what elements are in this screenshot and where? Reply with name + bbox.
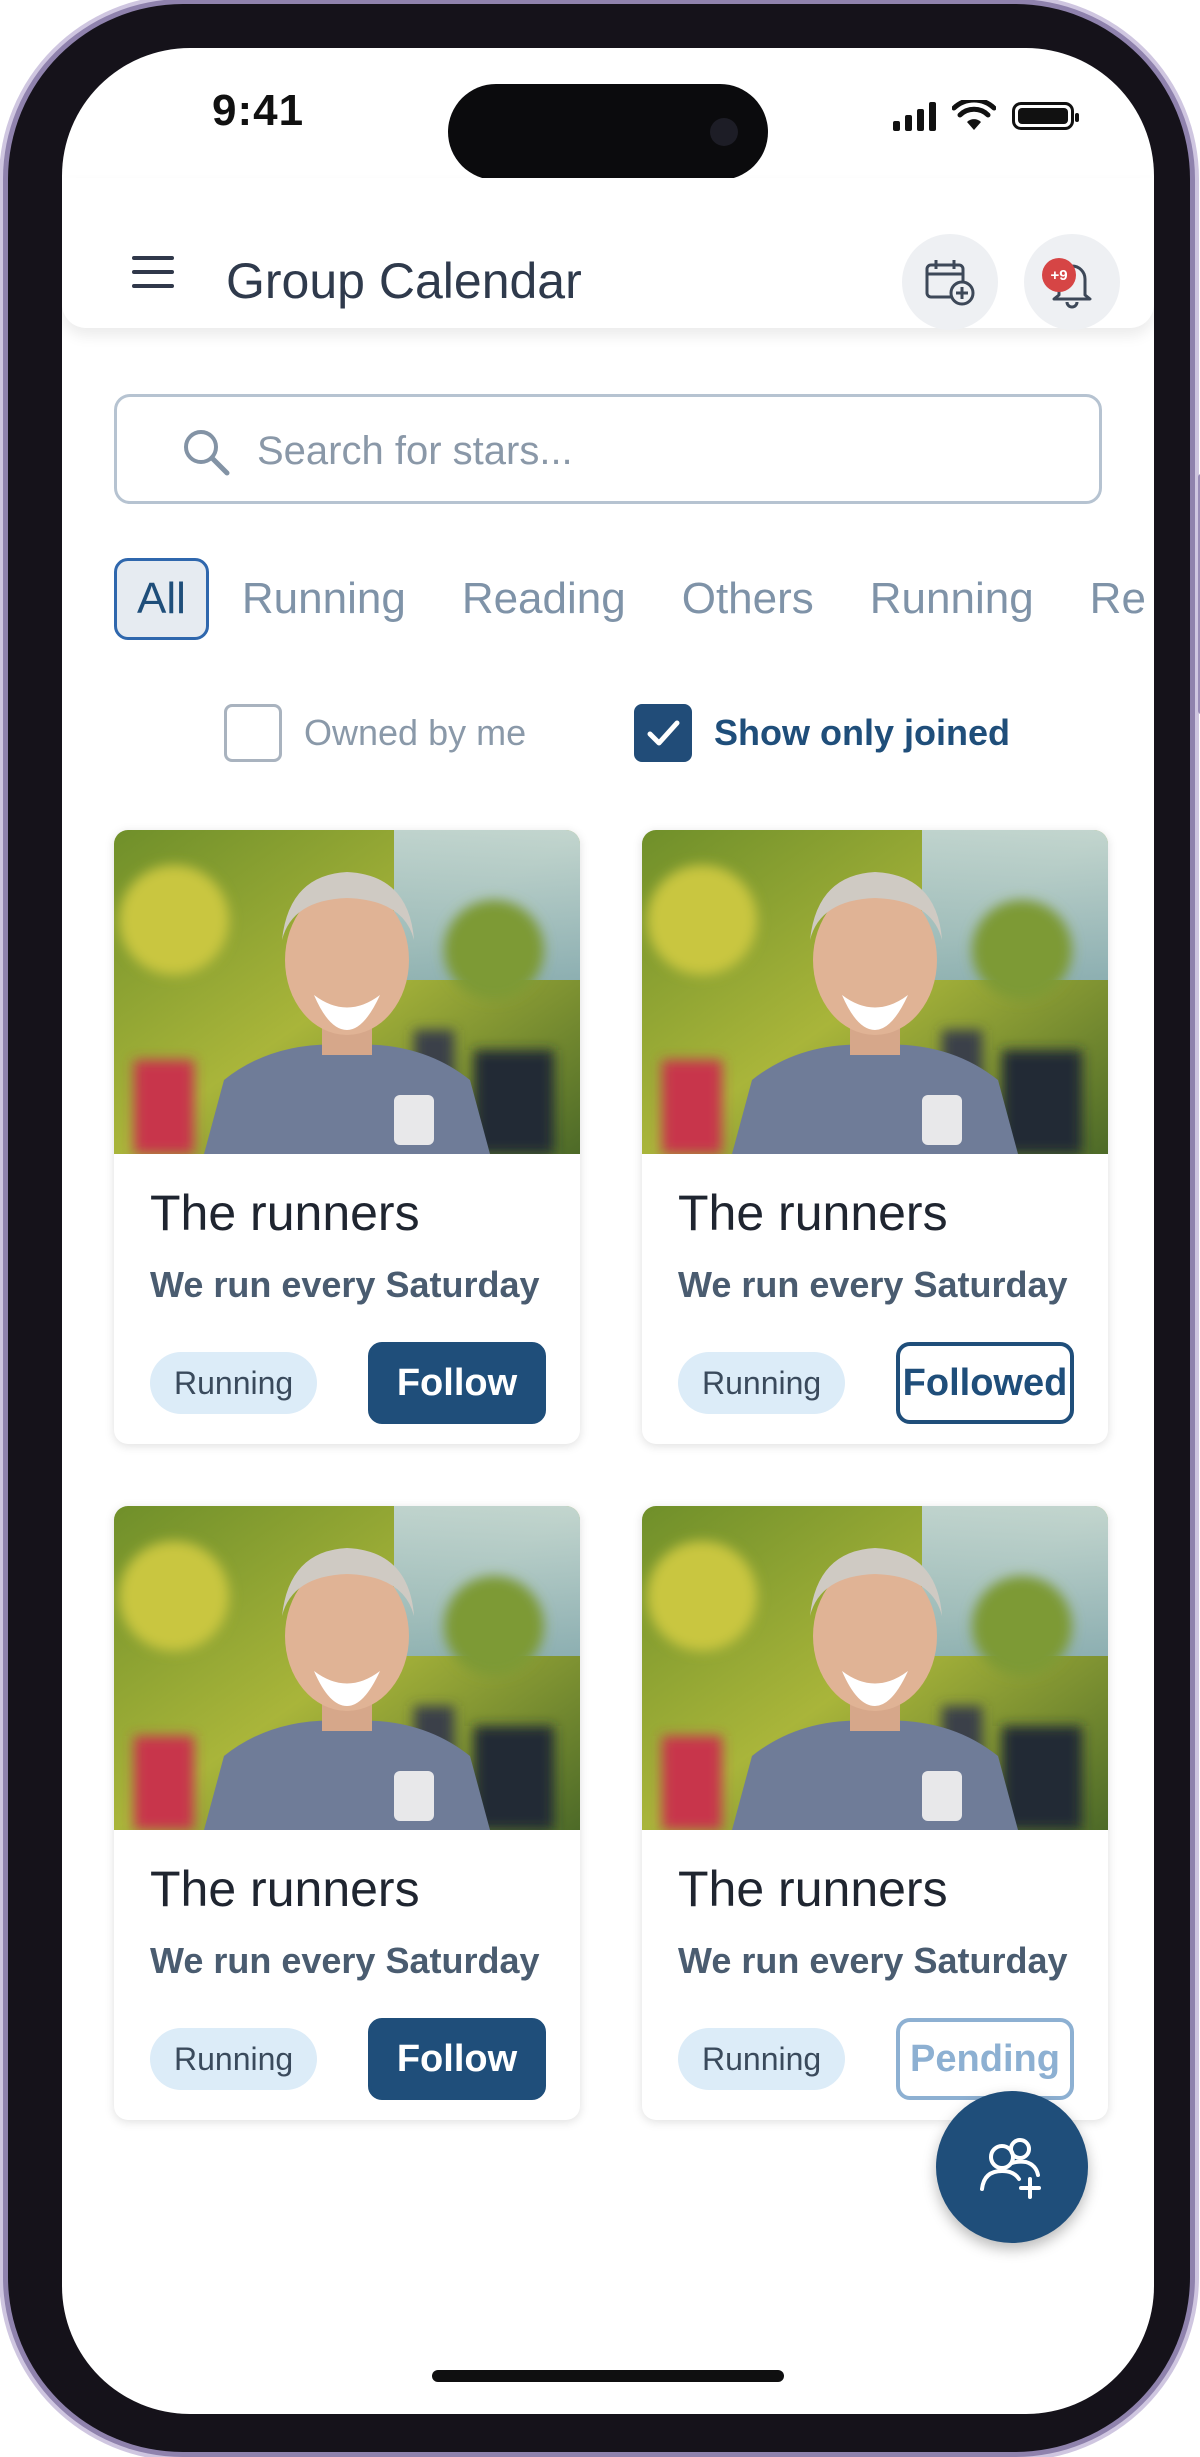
chip-reading[interactable]: Reading [439,558,649,640]
follow-button[interactable]: Follow [368,1342,546,1424]
search-input[interactable] [255,417,1079,485]
followed-button[interactable]: Followed [896,1342,1074,1424]
add-group-fab[interactable] [936,2091,1088,2243]
search-field[interactable] [114,394,1102,504]
group-title: The runners [150,1185,420,1241]
group-photo [114,1506,580,1830]
owned-by-me-label: Owned by me [304,712,527,753]
search-icon [184,430,230,476]
group-tag: Running [678,2028,846,2090]
checkmark-icon [647,720,680,746]
group-title: The runners [150,1861,420,1917]
home-indicator[interactable] [432,2370,784,2382]
owned-by-me-filter[interactable]: Owned by me [224,704,526,762]
notifications-button[interactable]: +9 [1024,234,1120,330]
group-card[interactable]: The runners We run every Saturday Runnin… [642,830,1108,1444]
screen: 9:41 Group Calendar +9 Search for stars.… [62,48,1154,2414]
chip-all[interactable]: All [114,558,209,640]
status-time: 9:41 [212,86,305,135]
group-photo [114,830,580,1154]
group-title: The runners [678,1185,948,1241]
group-tag: Running [150,2028,318,2090]
group-subtitle: We run every Saturday [678,1264,1068,1305]
calendar-add-button[interactable] [902,234,998,330]
notification-badge: +9 [1042,258,1076,292]
cellular-signal-icon [893,101,936,131]
group-tag: Running [678,1352,846,1414]
app-bar: Group Calendar +9 [62,178,1154,330]
group-title: The runners [678,1861,948,1917]
group-tag: Running [150,1352,318,1414]
group-subtitle: We run every Saturday [150,1940,540,1981]
battery-icon [1012,102,1079,130]
status-icons [893,100,1079,132]
group-subtitle: We run every Saturday [150,1264,540,1305]
wifi-icon [952,100,996,130]
add-group-icon [980,2138,1041,2199]
calendar-add-icon [925,260,975,306]
phone-frame: 9:41 Group Calendar +9 Search for stars.… [8,4,1200,2452]
group-photo [642,830,1108,1154]
chip-reading-2[interactable]: Re [1067,558,1154,640]
chip-running[interactable]: Running [219,558,429,640]
group-card[interactable]: The runners We run every Saturday Runnin… [114,830,580,1444]
group-card[interactable]: The runners We run every Saturday Runnin… [114,1506,580,2120]
show-only-joined-filter[interactable]: Show only joined [634,704,1010,762]
chip-running-2[interactable]: Running [847,558,1057,640]
group-photo [642,1506,1108,1830]
follow-button[interactable]: Follow [368,2018,546,2100]
group-card[interactable]: The runners We run every Saturday Runnin… [642,1506,1108,2120]
owned-by-me-checkbox[interactable] [224,704,282,762]
category-chips: All Running Reading Others Running Re [114,558,1154,640]
group-subtitle: We run every Saturday [678,1940,1068,1981]
app-title: Group Calendar [226,253,582,309]
menu-icon[interactable] [132,256,174,296]
filter-row: Owned by me Show only joined [62,704,1154,768]
dynamic-island [448,84,768,180]
show-only-joined-checkbox[interactable] [634,704,692,762]
chip-others[interactable]: Others [659,558,837,640]
pending-button[interactable]: Pending [896,2018,1074,2100]
show-only-joined-label: Show only joined [714,712,1010,753]
